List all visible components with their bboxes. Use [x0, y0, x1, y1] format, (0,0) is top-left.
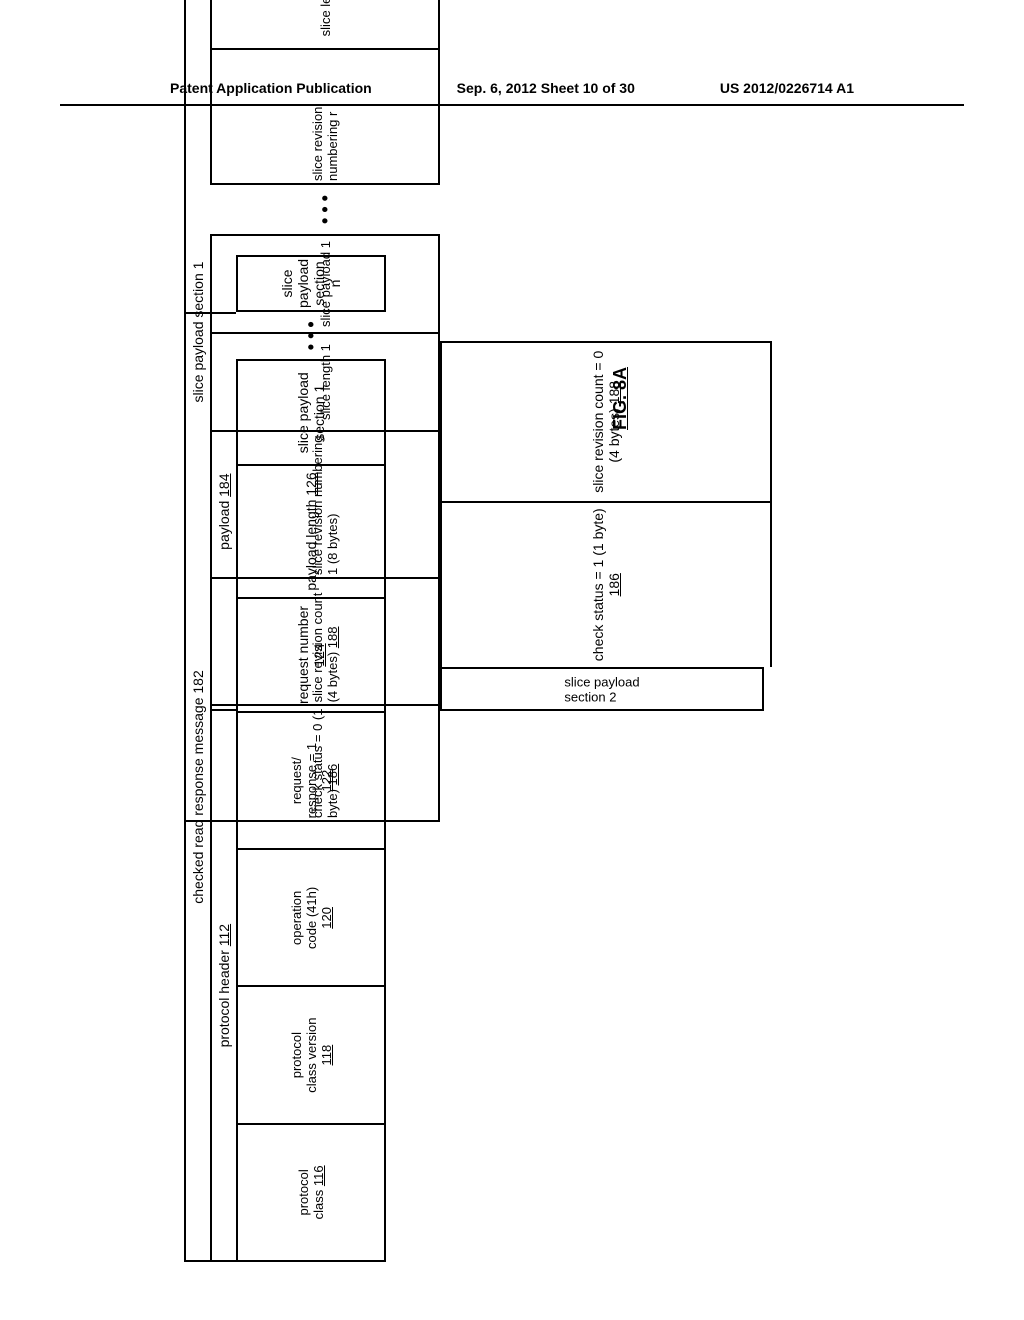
sp1-label: slice payload section 1	[184, 0, 210, 822]
diagram: FIG. 8A checked read response message 18…	[0, 130, 1024, 1320]
sp1-check-status: check status = 0 (1 byte) 186	[310, 708, 340, 818]
header-mid: Sep. 6, 2012 Sheet 10 of 30	[457, 80, 635, 96]
protocol-class-version-cell: protocol class version 118	[289, 1018, 334, 1093]
sp1-rev-num-1: slice revision numbering 1 (8 bytes)	[210, 430, 440, 577]
sp1-slice-pay-1: slice payload 1	[210, 234, 440, 332]
sp1-slice-len-r: slice length r	[210, 0, 440, 48]
slice-payload-section-1-detail: slice payload section 1 check status = 0…	[184, 0, 440, 822]
operation-code-cell: operation code (41h) 120	[289, 887, 334, 949]
protocol-class-cell: protocol class 116	[296, 1165, 326, 1219]
sp1-rev-count: slice revision count (4 bytes) 188	[310, 581, 340, 702]
sp2-check-status: check status = 1 (1 byte) 186	[590, 507, 622, 663]
sp2-label-text: slice payloadsection 2	[564, 674, 639, 704]
header-right: US 2012/0226714 A1	[720, 80, 854, 96]
sp1-slice-len-1: slice length 1	[210, 332, 440, 430]
sp2-rev-count: slice revision count = 0 (4 bytes) 188	[590, 347, 622, 497]
slice-payload-section-2-detail: slice payloadsection 2 check status = 1 …	[440, 341, 772, 711]
sp1-rev-num-r: slice revision numbering r	[210, 48, 440, 185]
ellipsis-icon	[210, 185, 440, 234]
